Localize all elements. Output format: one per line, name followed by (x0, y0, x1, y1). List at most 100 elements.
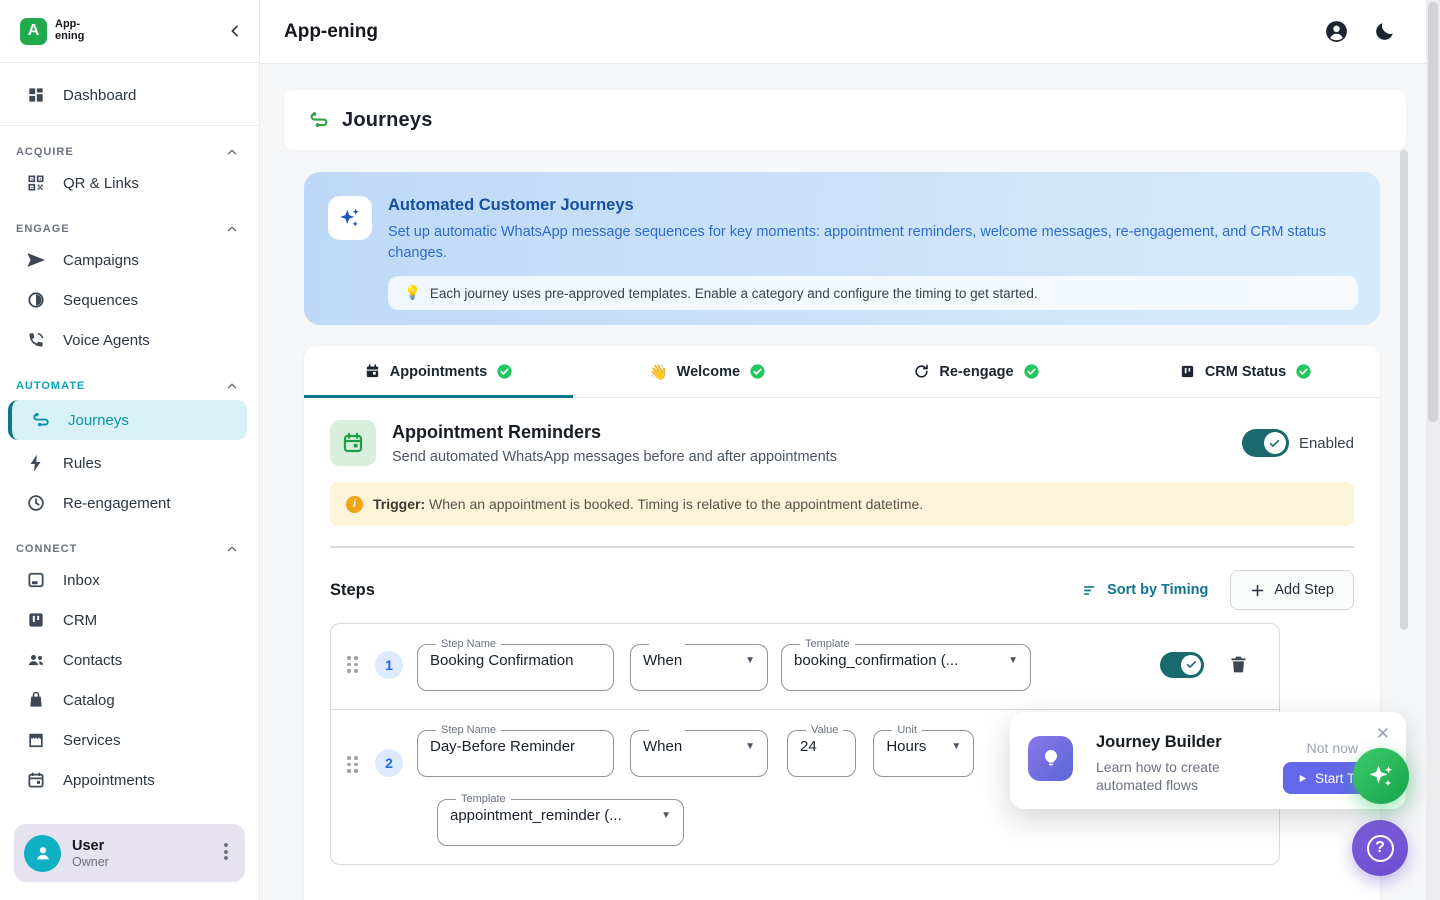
step-name-input[interactable] (430, 650, 601, 669)
caret-down-icon: ▼ (951, 741, 961, 752)
sidebar-item-qr-links[interactable]: QR & Links (0, 163, 259, 203)
value-field: Value (787, 724, 856, 777)
sidebar-item-campaigns[interactable]: Campaigns (0, 240, 259, 280)
sidebar-collapse-button[interactable] (227, 23, 243, 39)
help-fab[interactable]: ? (1352, 820, 1408, 876)
sidebar-item-services[interactable]: Services (0, 720, 259, 760)
step-name-input[interactable] (430, 736, 601, 755)
drag-handle-icon[interactable] (347, 756, 359, 773)
drag-handle-icon[interactable] (347, 656, 359, 673)
step-number-badge: 1 (375, 651, 403, 679)
sidebar-item-dashboard[interactable]: Dashboard (0, 75, 259, 115)
sidebar-item-label: Appointments (63, 772, 155, 789)
check-circle-icon (496, 363, 513, 380)
template-select[interactable]: appointment_reminder (... ▼ (450, 805, 671, 824)
user-name: User (72, 838, 109, 854)
trash-icon[interactable] (1228, 654, 1249, 675)
wave-icon: 👋 (649, 363, 668, 381)
scrollbar-thumb[interactable] (1428, 2, 1438, 422)
when-select[interactable]: When ▼ (643, 736, 755, 755)
tab-label: Re-engage (939, 364, 1013, 380)
tab-re-engage[interactable]: Re-engage (842, 346, 1111, 397)
tab-welcome[interactable]: 👋 Welcome (573, 346, 842, 397)
when-select[interactable]: When ▼ (643, 650, 755, 669)
sidebar-item-label: Rules (63, 455, 101, 472)
field-label: Step Name (436, 638, 501, 650)
sidebar-item-appointments[interactable]: Appointments (0, 760, 259, 800)
close-icon[interactable]: ✕ (1376, 725, 1390, 742)
info-icon: i (346, 496, 363, 513)
user-card[interactable]: User Owner ••• (14, 824, 245, 882)
unit-select[interactable]: Hours ▼ (886, 736, 961, 755)
sidebar-item-label: QR & Links (63, 175, 139, 192)
calendar-icon (26, 770, 46, 790)
sidebar-item-contacts[interactable]: Contacts (0, 640, 259, 680)
step-name-field: Step Name (417, 638, 614, 691)
divider (0, 125, 259, 126)
sidebar-item-crm[interactable]: CRM (0, 600, 259, 640)
field-label: Value (806, 724, 843, 736)
divider (330, 546, 1354, 548)
field-label: Template (456, 793, 511, 805)
when-field: When ▼ (630, 638, 768, 691)
sidebar-item-label: Voice Agents (63, 332, 150, 349)
sparkles-icon (1366, 761, 1396, 791)
play-icon (1297, 773, 1308, 784)
sidebar-item-catalog[interactable]: Catalog (0, 680, 259, 720)
sidebar-item-label: Re-engagement (63, 495, 171, 512)
inbox-icon (26, 570, 46, 590)
value-input[interactable] (800, 736, 843, 755)
sidebar-item-rules[interactable]: Rules (0, 443, 259, 483)
account-circle-icon (1324, 19, 1349, 44)
caret-down-icon: ▼ (1008, 655, 1018, 666)
step-toggle[interactable] (1160, 652, 1204, 678)
content-scrollbar[interactable] (1400, 150, 1408, 630)
sidebar-item-label: Inbox (63, 572, 100, 589)
sidebar-section-automate[interactable]: AUTOMATE (0, 375, 259, 397)
add-step-label: Add Step (1274, 582, 1334, 598)
tab-label: CRM Status (1205, 364, 1286, 380)
check-icon (1185, 658, 1198, 671)
toast-title: Journey Builder (1096, 733, 1222, 752)
sidebar-item-sequences[interactable]: Sequences (0, 280, 259, 320)
sort-by-timing-button[interactable]: Sort by Timing (1082, 582, 1208, 599)
field-label: Step Name (436, 724, 501, 736)
tab-crm-status[interactable]: CRM Status (1111, 346, 1380, 397)
enabled-toggle[interactable] (1242, 429, 1289, 457)
sidebar-section-acquire[interactable]: ACQUIRE (0, 141, 259, 163)
toast-subtitle: Learn how to create automated flows (1096, 758, 1256, 794)
sidebar-item-voice-agents[interactable]: Voice Agents (0, 320, 259, 360)
ai-assistant-fab[interactable] (1353, 748, 1409, 804)
add-step-button[interactable]: Add Step (1230, 570, 1354, 610)
user-menu-button[interactable]: ••• (217, 843, 235, 863)
sidebar-item-label: Services (63, 732, 121, 749)
kanban-icon (1179, 363, 1196, 380)
sidebar-item-label: Sequences (63, 292, 138, 309)
sidebar-item-label: Journeys (68, 412, 129, 429)
trigger-banner: i Trigger: When an appointment is booked… (330, 482, 1354, 526)
plus-icon (1250, 583, 1265, 598)
sidebar-item-journeys[interactable]: Journeys (8, 400, 247, 440)
step-name-field: Step Name (417, 724, 614, 777)
page-scrollbar[interactable] (1426, 0, 1440, 900)
sidebar-item-re-engagement[interactable]: Re-engagement (0, 483, 259, 523)
unit-field: Unit Hours ▼ (873, 724, 974, 777)
section-label: CONNECT (16, 543, 77, 555)
toast-dismiss-button[interactable]: Not now (1307, 740, 1358, 756)
clock-icon (26, 493, 46, 513)
refresh-icon (913, 363, 930, 380)
tab-appointments[interactable]: Appointments (304, 346, 573, 397)
sidebar-item-label: CRM (63, 612, 97, 629)
brand-line2: ening (55, 31, 84, 43)
template-select[interactable]: booking_confirmation (... ▼ (794, 650, 1018, 669)
account-button[interactable] (1324, 19, 1349, 44)
dark-mode-toggle[interactable] (1373, 20, 1396, 43)
calendar-badge (330, 420, 376, 466)
sidebar-section-connect[interactable]: CONNECT (0, 538, 259, 560)
select-value: booking_confirmation (... (794, 652, 958, 669)
qr-code-icon (26, 173, 46, 193)
sidebar-section-engage[interactable]: ENGAGE (0, 218, 259, 240)
check-circle-icon (1295, 363, 1312, 380)
sidebar-item-inbox[interactable]: Inbox (0, 560, 259, 600)
journey-tabs: Appointments 👋 Welcome Re-engage CRM Sta… (304, 346, 1380, 398)
